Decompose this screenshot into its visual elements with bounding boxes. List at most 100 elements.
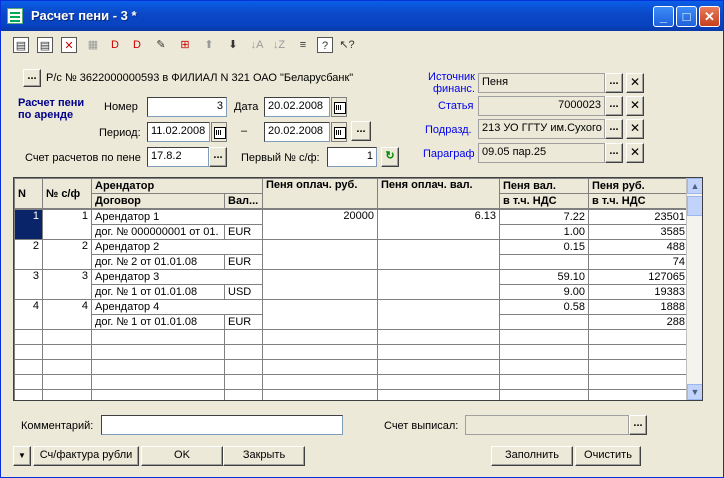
row-sf[interactable]: 3 [42, 269, 92, 300]
row-n[interactable]: 3 [14, 269, 43, 300]
empty-cell[interactable] [588, 344, 690, 360]
row-n[interactable]: 2 [14, 239, 43, 270]
row-paid-rub[interactable] [262, 269, 379, 300]
invoice-rub-button[interactable]: Сч/фактура рубли [33, 446, 139, 466]
row-penalty-cur[interactable]: 0.15 [499, 239, 590, 255]
empty-cell[interactable] [499, 344, 590, 360]
fill-button[interactable]: Заполнить [491, 446, 573, 466]
insert-icon[interactable]: ⊞ [177, 37, 193, 53]
empty-cell[interactable] [42, 329, 92, 345]
help-icon[interactable]: ? [317, 37, 333, 53]
row-sf[interactable]: 1 [42, 209, 92, 240]
row-contract[interactable]: дог. № 000000001 от 01. [91, 224, 225, 240]
clear-button[interactable]: Очистить [575, 446, 641, 466]
empty-cell[interactable] [262, 359, 379, 375]
header-sf[interactable]: № с/ф [42, 178, 92, 209]
header-n[interactable]: N [14, 178, 43, 209]
table-row[interactable]: 1 1 Арендатор 1 20000 6.13 7.22 23501 [14, 209, 690, 240]
source-clear-icon[interactable]: ✕ [626, 73, 644, 93]
empty-cell[interactable] [223, 329, 264, 345]
paragraph-select-button[interactable]: ... [605, 143, 623, 163]
empty-cell[interactable] [499, 389, 590, 400]
source-field[interactable]: Пеня [478, 73, 605, 93]
calendar-icon[interactable] [331, 122, 347, 142]
first-invoice-field[interactable]: 1 [327, 147, 377, 167]
header-penalty-cur-vat[interactable]: в т.ч. НДС [499, 193, 589, 209]
empty-cell[interactable] [377, 329, 501, 345]
empty-cell[interactable] [91, 329, 225, 345]
header-penalty-rub-vat[interactable]: в т.ч. НДС [588, 193, 689, 209]
empty-cell[interactable] [14, 329, 43, 345]
empty-row[interactable] [14, 389, 690, 400]
header-penalty-rub[interactable]: Пеня руб. [588, 178, 689, 194]
account-select-button[interactable]: ... [23, 69, 41, 87]
header-paid-cur[interactable]: Пеня оплач. вал. [377, 178, 500, 209]
scroll-down-icon[interactable]: ▼ [687, 384, 702, 400]
empty-cell[interactable] [223, 374, 264, 390]
empty-cell[interactable] [262, 374, 379, 390]
row-contract[interactable]: дог. № 1 от 01.01.08 [91, 284, 225, 300]
close-button[interactable]: Закрыть [223, 446, 305, 466]
empty-cell[interactable] [14, 389, 43, 400]
paragraph-clear-icon[interactable]: ✕ [626, 143, 644, 163]
empty-cell[interactable] [91, 359, 225, 375]
empty-row[interactable] [14, 359, 690, 375]
empty-cell[interactable] [588, 359, 690, 375]
header-penalty-cur[interactable]: Пеня вал. [499, 178, 589, 194]
row-tenant[interactable]: Арендатор 1 [90, 209, 264, 225]
empty-cell[interactable] [42, 344, 92, 360]
empty-cell[interactable] [499, 359, 590, 375]
calendar-icon[interactable] [211, 122, 227, 142]
division-clear-icon[interactable]: ✕ [626, 119, 644, 139]
empty-cell[interactable] [223, 344, 264, 360]
empty-cell[interactable] [223, 389, 264, 400]
header-contract[interactable]: Договор [91, 193, 225, 209]
empty-cell[interactable] [588, 374, 690, 390]
period-from-field[interactable]: 11.02.2008 [147, 122, 210, 142]
row-penalty-rub[interactable]: 23501 [588, 209, 690, 225]
row-paid-cur[interactable] [377, 269, 501, 300]
new-record-icon[interactable]: ▤ [13, 37, 29, 53]
empty-cell[interactable] [14, 374, 43, 390]
row-paid-cur[interactable] [377, 299, 501, 330]
row-penalty-cur-vat[interactable]: 9.00 [499, 284, 590, 300]
table-row[interactable]: 4 4 Арендатор 4 0.58 1888 [14, 299, 690, 330]
division-field[interactable]: 213 УО ГГТУ им.Сухого [478, 119, 605, 139]
period-select-button[interactable]: ... [351, 121, 371, 141]
row-penalty-rub[interactable]: 1888 [588, 299, 690, 315]
paragraph-field[interactable]: 09.05 пар.25 [478, 143, 605, 163]
empty-cell[interactable] [223, 359, 264, 375]
source-select-button[interactable]: ... [605, 73, 623, 93]
table-scrollbar[interactable]: ▲ ▼ [686, 178, 702, 400]
scroll-up-icon[interactable]: ▲ [687, 178, 702, 194]
period-to-field[interactable]: 20.02.2008 [264, 122, 330, 142]
empty-cell[interactable] [377, 389, 501, 400]
row-tenant[interactable]: Арендатор 3 [90, 269, 264, 285]
minimize-button[interactable]: _ [653, 6, 674, 27]
header-paid-rub[interactable]: Пеня оплач. руб. [262, 178, 378, 209]
edit-icon[interactable]: ✎ [153, 37, 169, 53]
row-sf[interactable]: 4 [42, 299, 92, 330]
empty-cell[interactable] [91, 374, 225, 390]
row-penalty-cur[interactable]: 0.58 [499, 299, 590, 315]
delete-doc-icon[interactable]: D [107, 37, 123, 53]
article-clear-icon[interactable]: ✕ [626, 96, 644, 116]
issuer-field[interactable] [465, 415, 629, 435]
empty-cell[interactable] [14, 359, 43, 375]
row-n[interactable]: 4 [14, 299, 43, 330]
date-field[interactable]: 20.02.2008 [264, 97, 330, 117]
empty-cell[interactable] [377, 344, 501, 360]
row-penalty-rub[interactable]: 488 [588, 239, 690, 255]
empty-cell[interactable] [262, 329, 379, 345]
add-row-icon[interactable]: ▤ [37, 37, 53, 53]
row-paid-cur[interactable]: 6.13 [377, 209, 501, 240]
row-tenant[interactable]: Арендатор 4 [90, 299, 264, 315]
empty-cell[interactable] [42, 359, 92, 375]
row-penalty-rub-vat[interactable]: 74 [588, 254, 690, 270]
empty-cell[interactable] [377, 359, 501, 375]
scroll-thumb[interactable] [687, 196, 702, 216]
empty-cell[interactable] [42, 374, 92, 390]
move-up-icon[interactable]: ⬆ [201, 37, 217, 53]
empty-cell[interactable] [499, 329, 590, 345]
article-select-button[interactable]: ... [605, 96, 623, 116]
